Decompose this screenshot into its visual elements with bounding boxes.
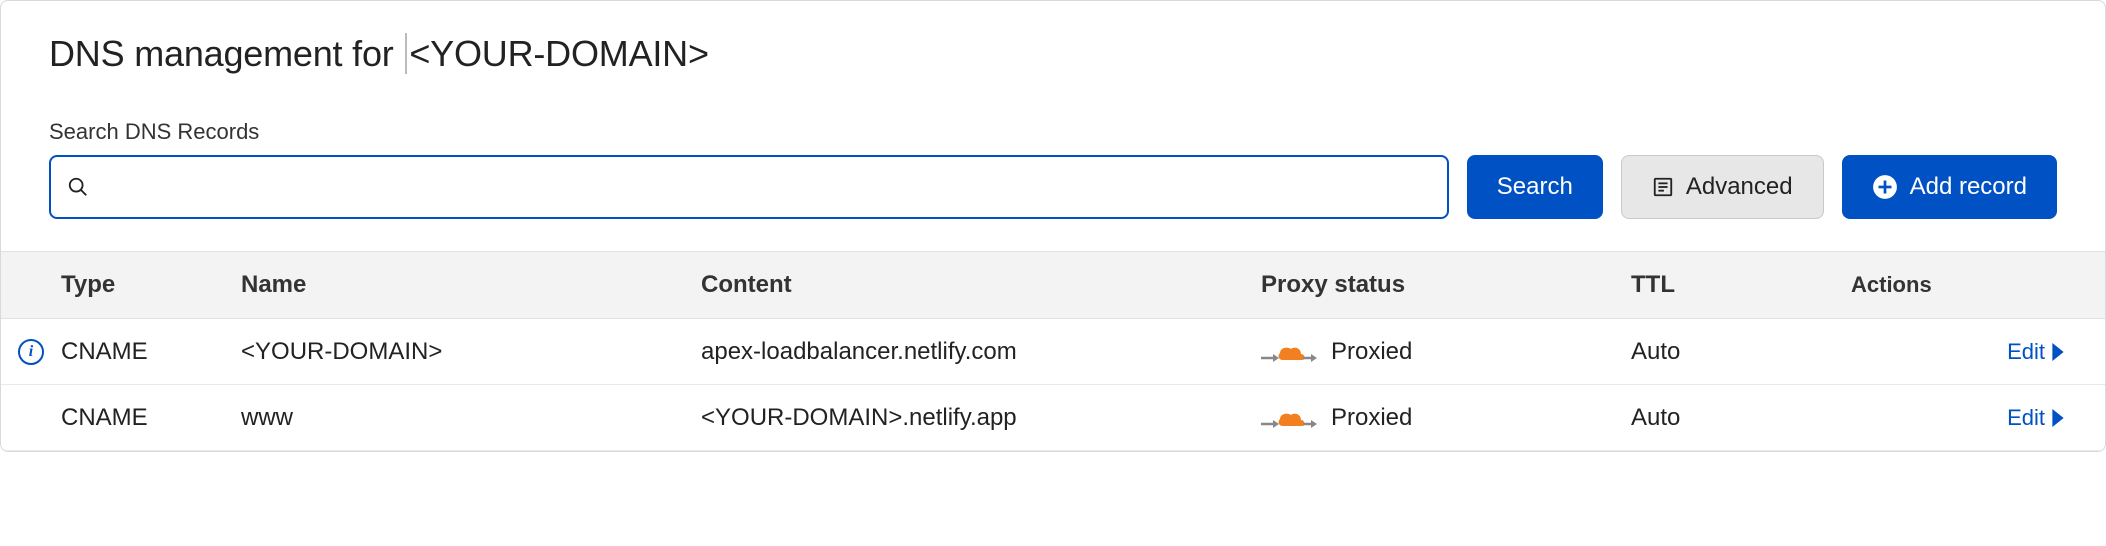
col-header-name: Name — [241, 271, 701, 299]
page-title: DNS management for <YOUR-DOMAIN> — [49, 33, 2057, 75]
cloud-proxied-icon — [1261, 404, 1317, 432]
search-label: Search DNS Records — [49, 119, 2057, 145]
dns-management-panel: DNS management for <YOUR-DOMAIN> Search … — [0, 0, 2106, 452]
row-ttl: Auto — [1631, 404, 1851, 432]
row-info-cell: i — [1, 339, 61, 365]
plus-circle-icon — [1872, 174, 1898, 200]
chevron-right-icon — [2051, 343, 2065, 361]
advanced-button-label: Advanced — [1686, 173, 1793, 201]
table-header-row: Type Name Content Proxy status TTL Actio… — [1, 251, 2105, 319]
info-icon[interactable]: i — [18, 339, 44, 365]
row-content: <YOUR-DOMAIN>.netlify.app — [701, 404, 1261, 432]
table-row: i CNAME <YOUR-DOMAIN> apex-loadbalancer.… — [1, 319, 2105, 385]
row-proxy: Proxied — [1261, 404, 1631, 432]
chevron-right-icon — [2051, 409, 2065, 427]
edit-action[interactable]: Edit — [1851, 405, 2105, 431]
panel-header: DNS management for <YOUR-DOMAIN> Search … — [1, 1, 2105, 219]
title-prefix: DNS management for — [49, 33, 403, 74]
search-input[interactable] — [89, 157, 1431, 217]
advanced-button[interactable]: Advanced — [1621, 155, 1824, 219]
edit-label: Edit — [2007, 405, 2045, 431]
search-button-label: Search — [1497, 173, 1573, 201]
row-proxy-label: Proxied — [1331, 338, 1412, 366]
row-proxy: Proxied — [1261, 338, 1631, 366]
col-header-proxy: Proxy status — [1261, 271, 1631, 299]
add-record-button-label: Add record — [1910, 173, 2027, 201]
edit-label: Edit — [2007, 339, 2045, 365]
records-table: Type Name Content Proxy status TTL Actio… — [1, 251, 2105, 451]
title-domain: <YOUR-DOMAIN> — [405, 33, 708, 74]
table-row: CNAME www <YOUR-DOMAIN>.netlify.app Prox… — [1, 385, 2105, 451]
search-icon — [67, 176, 89, 198]
cloud-proxied-icon — [1261, 338, 1317, 366]
row-content: apex-loadbalancer.netlify.com — [701, 338, 1261, 366]
controls-row: Search Advanced Add record — [49, 155, 2057, 219]
col-header-actions: Actions — [1851, 272, 2105, 298]
row-type: CNAME — [61, 338, 241, 366]
search-input-container[interactable] — [49, 155, 1449, 219]
add-record-button[interactable]: Add record — [1842, 155, 2057, 219]
col-header-type: Type — [61, 271, 241, 299]
row-type: CNAME — [61, 404, 241, 432]
row-ttl: Auto — [1631, 338, 1851, 366]
edit-action[interactable]: Edit — [1851, 339, 2105, 365]
row-name: www — [241, 404, 701, 432]
search-button[interactable]: Search — [1467, 155, 1603, 219]
col-header-content: Content — [701, 271, 1261, 299]
col-header-ttl: TTL — [1631, 271, 1851, 299]
row-proxy-label: Proxied — [1331, 404, 1412, 432]
row-name: <YOUR-DOMAIN> — [241, 338, 701, 366]
advanced-icon — [1652, 176, 1674, 198]
